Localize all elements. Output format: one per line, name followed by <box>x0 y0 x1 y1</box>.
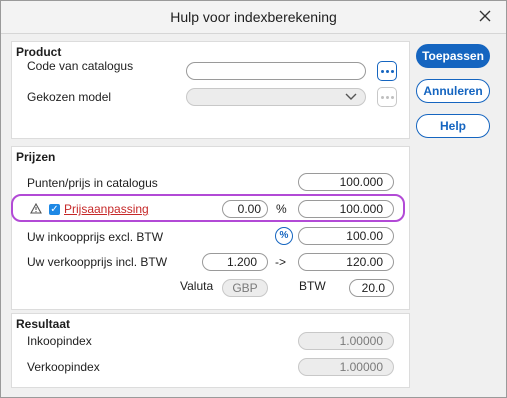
cancel-button[interactable]: Annuleren <box>416 79 490 103</box>
catalog-code-input[interactable] <box>186 62 366 80</box>
purchase-price-label: Uw inkoopprijs excl. BTW <box>27 230 164 244</box>
model-browse-button[interactable] <box>377 87 397 107</box>
prices-section-title: Prijzen <box>16 150 56 164</box>
vat-input[interactable] <box>349 279 394 297</box>
selected-model-label: Gekozen model <box>27 90 112 104</box>
sale-index-label: Verkoopindex <box>27 360 100 374</box>
chevron-down-icon <box>345 93 357 100</box>
purchase-index-field: 1.00000 <box>298 332 394 350</box>
product-section: Product Code van catalogus Gekozen model <box>11 41 410 139</box>
currency-label: Valuta <box>180 279 214 293</box>
sale-factor-input[interactable] <box>202 253 268 271</box>
help-button[interactable]: Help <box>416 114 490 138</box>
result-section: Resultaat Inkoopindex 1.00000 Verkoopind… <box>11 313 410 388</box>
selected-model-select[interactable] <box>186 88 366 106</box>
close-icon[interactable] <box>474 5 496 27</box>
dialog-title: Hulp voor indexberekening <box>170 9 337 25</box>
sale-index-field: 1.00000 <box>298 358 394 376</box>
purchase-index-label: Inkoopindex <box>27 334 92 348</box>
price-adjustment-highlight <box>11 194 405 222</box>
product-section-title: Product <box>16 45 62 59</box>
sale-price-label: Uw verkoopprijs incl. BTW <box>27 255 168 269</box>
purchase-price-input[interactable] <box>298 227 394 245</box>
apply-button[interactable]: Toepassen <box>416 44 490 68</box>
vat-label: BTW <box>299 279 326 293</box>
sale-price-input[interactable] <box>298 253 394 271</box>
currency-field: GBP <box>222 279 268 297</box>
result-section-title: Resultaat <box>16 317 71 331</box>
arrow-label: -> <box>275 255 287 269</box>
catalog-points-input[interactable] <box>298 173 394 191</box>
title-bar: Hulp voor indexberekening <box>1 1 506 34</box>
catalog-code-label: Code van catalogus <box>27 59 134 73</box>
prices-section: Prijzen Punten/prijs in catalogus ✓ Prij… <box>11 146 410 310</box>
index-calculation-dialog: Hulp voor indexberekening Product Code v… <box>0 0 507 398</box>
catalog-code-browse-button[interactable] <box>377 61 397 81</box>
catalog-points-label: Punten/prijs in catalogus <box>27 176 158 190</box>
percent-toggle-button[interactable]: % <box>275 227 293 245</box>
